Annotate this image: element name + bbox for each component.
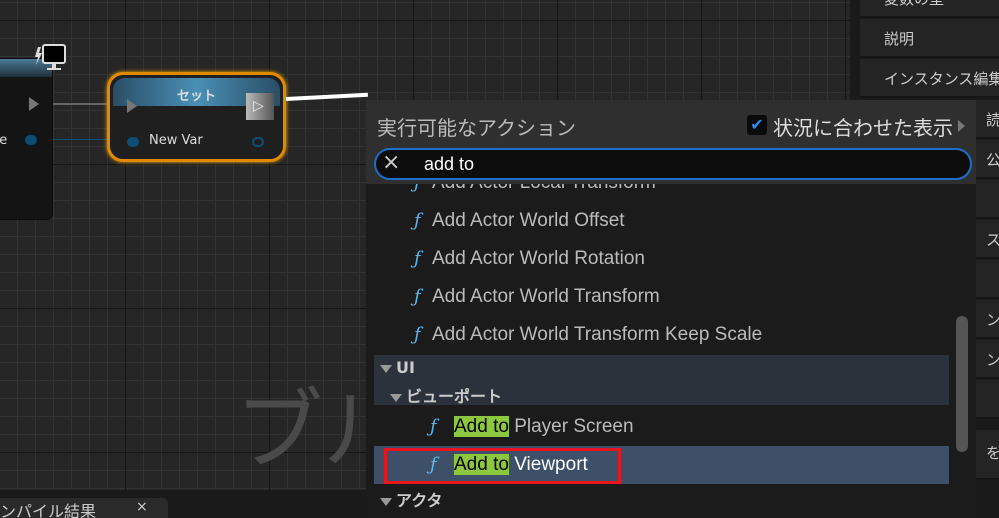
category-label: UI	[396, 358, 415, 377]
search-box[interactable]: ×	[374, 148, 972, 180]
bottom-tab-bar: ンパイル結果 ×	[0, 490, 366, 518]
exec-arrow-icon: ▷	[253, 98, 264, 114]
actions-list: ƒ Add Actor Local Transform ƒ Add Actor Wo…	[374, 184, 970, 518]
monitor-icon	[35, 44, 66, 70]
left-node[interactable]: ue	[0, 58, 53, 220]
clear-search-icon[interactable]: ×	[382, 150, 400, 175]
details-row[interactable]: 変数の型	[860, 0, 999, 18]
category-actor[interactable]: アクタ	[374, 484, 949, 510]
function-icon: ƒ	[414, 248, 421, 269]
new-var-in-pin[interactable]	[127, 137, 139, 147]
list-item[interactable]: ƒ Add Actor World Offset	[374, 202, 949, 240]
new-var-out-pin[interactable]	[252, 137, 264, 147]
search-input[interactable]	[424, 153, 924, 175]
item-label: Add Actor World Rotation	[432, 248, 645, 269]
graph-watermark: ブルー	[235, 379, 366, 482]
new-var-label: New Var	[149, 133, 203, 148]
list-item[interactable]: ƒ Add Actor World Transform	[374, 278, 949, 316]
function-icon: ƒ	[414, 210, 421, 231]
exec-out-pin[interactable]: ▷	[246, 93, 274, 120]
annotation-highlight-box	[384, 448, 621, 484]
set-variable-node[interactable]: セット ▷ New Var	[107, 72, 286, 162]
search-match-highlight: Add to	[454, 416, 509, 437]
actions-menu: 実行可能なアクション ✔ 状況に合わせた表示 × ƒ Add Actor Loca…	[366, 100, 976, 518]
list-item-add-to-player-screen[interactable]: ƒ Add to Player Screen	[374, 408, 949, 446]
item-label: Add Actor World Offset	[432, 210, 625, 231]
function-icon: ƒ	[430, 416, 437, 437]
item-label: Player Screen	[508, 416, 634, 437]
category-label: ビューポート	[406, 387, 503, 406]
context-sensitive-checkbox[interactable]: ✔	[747, 115, 767, 135]
context-sensitive-label[interactable]: 状況に合わせた表示	[773, 112, 953, 141]
compile-results-label: ンパイル結果	[0, 502, 97, 518]
item-label: Add Actor Local Transform	[432, 184, 656, 194]
function-icon: ƒ	[414, 184, 421, 193]
collapse-triangle-icon	[380, 497, 392, 506]
category-viewport[interactable]: ビューポート	[374, 380, 949, 406]
function-icon: ƒ	[414, 324, 421, 345]
list-item[interactable]: ƒ Add Actor World Transform Keep Scale	[374, 316, 949, 354]
left-node-pin-label: ue	[0, 133, 8, 148]
item-label: Add Actor World Transform Keep Scale	[432, 324, 763, 345]
function-icon: ƒ	[414, 286, 421, 307]
exec-in-pin[interactable]	[127, 99, 137, 113]
actions-menu-title: 実行可能なアクション	[377, 116, 576, 140]
category-ui[interactable]: UI	[374, 355, 949, 380]
list-item[interactable]: ƒ Add Actor Local Transform	[374, 184, 949, 202]
actions-menu-header: 実行可能なアクション ✔ 状況に合わせた表示 ×	[366, 100, 976, 184]
list-item[interactable]: ƒ Add Actor World Rotation	[374, 240, 949, 278]
exec-out-pin[interactable]	[29, 97, 39, 111]
details-row[interactable]: インスタンス編集	[860, 59, 999, 98]
item-label: Add Actor World Transform	[432, 286, 660, 307]
details-row[interactable]: 説明	[860, 19, 999, 58]
collapse-triangle-icon	[380, 364, 392, 373]
close-tab-icon[interactable]: ×	[136, 499, 148, 515]
category-label: アクタ	[396, 491, 443, 510]
scrollbar-thumb[interactable]	[956, 316, 968, 452]
expand-arrow-icon[interactable]	[958, 120, 965, 132]
collapse-triangle-icon	[390, 393, 402, 402]
compile-results-tab[interactable]: ンパイル結果 ×	[0, 498, 168, 518]
data-out-pin[interactable]	[25, 135, 37, 145]
